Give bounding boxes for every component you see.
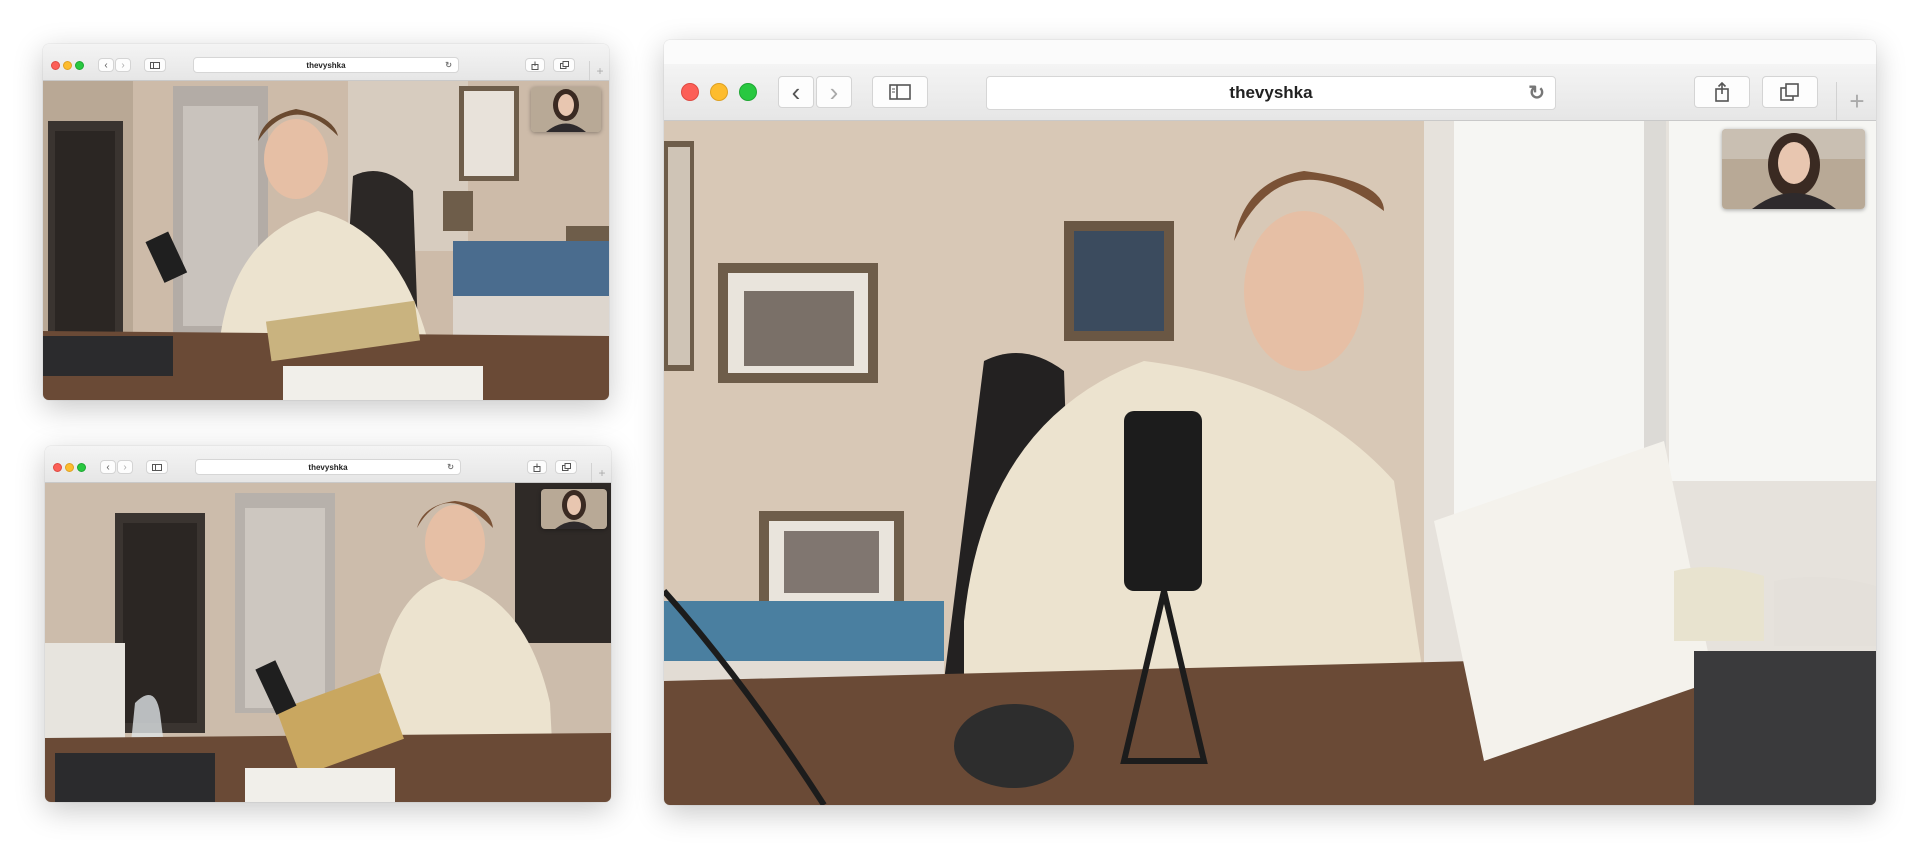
tabs-icon (1780, 83, 1799, 101)
zoom-button[interactable] (77, 463, 86, 472)
browser-window-bottom-left: ‹ › thevyshka ↻ + (45, 446, 611, 802)
browser-toolbar: ‹ › thevyshka ↻ + (45, 446, 611, 483)
close-button[interactable] (51, 61, 60, 70)
address-bar[interactable]: thevyshka ↻ (195, 459, 461, 475)
video-call-content (664, 121, 1876, 805)
scene-photo (45, 483, 611, 802)
browser-window-top-left: ‹ › thevyshka ↻ + (43, 44, 609, 400)
share-button[interactable] (525, 58, 545, 72)
new-tab-button[interactable]: + (589, 61, 609, 80)
browser-window-main: ‹ › thevyshka ↻ + (664, 40, 1876, 805)
reload-icon[interactable]: ↻ (447, 463, 454, 472)
chevron-right-icon: › (829, 77, 839, 107)
reload-icon[interactable]: ↻ (1528, 81, 1545, 106)
plus-icon: + (598, 465, 606, 480)
self-view-pip[interactable] (1722, 129, 1865, 209)
zoom-button[interactable] (739, 83, 757, 101)
tabs-button[interactable] (555, 460, 577, 474)
tabs-button[interactable] (553, 58, 575, 72)
self-view-pip[interactable] (541, 489, 607, 529)
sidebar-icon (150, 61, 160, 69)
address-bar[interactable]: thevyshka ↻ (986, 76, 1556, 110)
zoom-button[interactable] (75, 61, 84, 70)
share-button[interactable] (527, 460, 547, 474)
share-button[interactable] (1694, 76, 1750, 108)
browser-toolbar: ‹ › thevyshka ↻ + (664, 64, 1876, 121)
minimize-button[interactable] (63, 61, 72, 70)
video-call-content (45, 483, 611, 802)
close-button[interactable] (53, 463, 62, 472)
sidebar-button[interactable] (144, 58, 166, 72)
address-bar[interactable]: thevyshka ↻ (193, 57, 459, 73)
share-icon (1715, 82, 1729, 102)
share-icon (531, 61, 539, 70)
plus-icon: + (596, 63, 604, 78)
sidebar-icon (152, 463, 162, 471)
plus-icon: + (1849, 85, 1865, 116)
back-button[interactable]: ‹ (100, 460, 116, 474)
participant-photo (541, 489, 607, 529)
chevron-right-icon: › (121, 59, 125, 71)
minimize-button[interactable] (710, 83, 728, 101)
share-icon (533, 463, 541, 472)
video-call-content (43, 81, 609, 400)
participant-photo (1722, 129, 1865, 209)
sidebar-button[interactable] (872, 76, 928, 108)
chevron-left-icon: ‹ (104, 59, 108, 71)
minimize-button[interactable] (65, 463, 74, 472)
new-tab-button[interactable]: + (591, 463, 611, 482)
chevron-left-icon: ‹ (106, 461, 110, 473)
reload-icon[interactable]: ↻ (445, 61, 452, 70)
forward-button[interactable]: › (115, 58, 131, 72)
sidebar-icon (889, 84, 911, 100)
sidebar-button[interactable] (146, 460, 168, 474)
address-text: thevyshka (1229, 83, 1313, 102)
scene-photo (43, 81, 609, 400)
close-button[interactable] (681, 83, 699, 101)
tabs-icon (559, 61, 569, 69)
address-text: thevyshka (306, 60, 346, 70)
new-tab-button[interactable]: + (1836, 82, 1876, 120)
back-button[interactable]: ‹ (778, 76, 814, 108)
tabs-button[interactable] (1762, 76, 1818, 108)
browser-toolbar: ‹ › thevyshka ↻ + (43, 44, 609, 81)
scene-photo (664, 121, 1876, 805)
back-button[interactable]: ‹ (98, 58, 114, 72)
chevron-left-icon: ‹ (791, 77, 801, 107)
window-top-strip (664, 40, 1876, 64)
forward-button[interactable]: › (117, 460, 133, 474)
tabs-icon (561, 463, 571, 471)
self-view-pip[interactable] (531, 87, 601, 132)
chevron-right-icon: › (123, 461, 127, 473)
forward-button[interactable]: › (816, 76, 852, 108)
participant-photo (531, 87, 601, 132)
address-text: thevyshka (308, 462, 348, 472)
